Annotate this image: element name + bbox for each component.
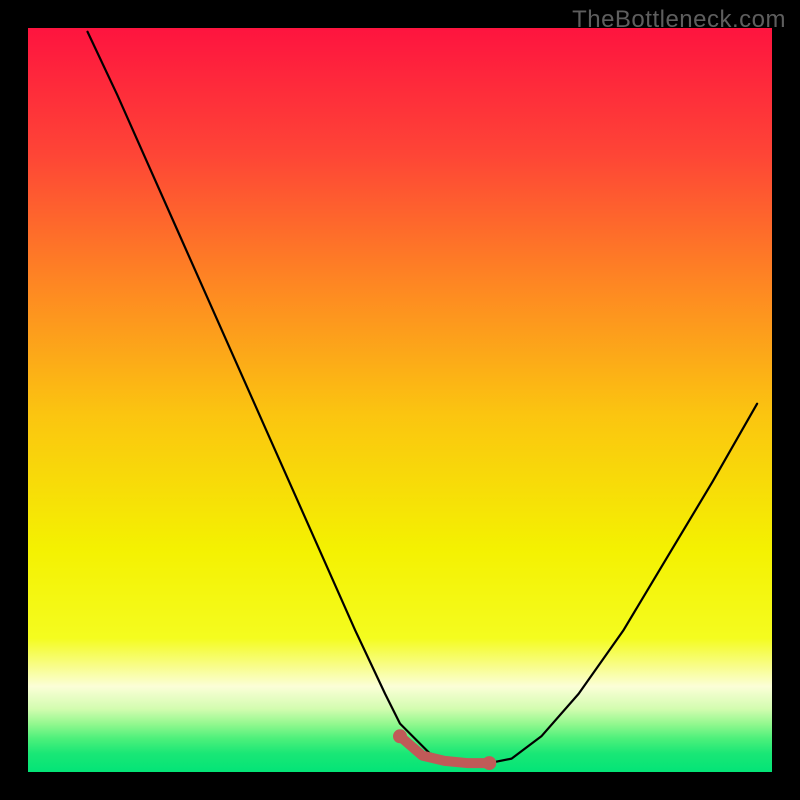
chart-svg: [28, 28, 772, 772]
watermark-text: TheBottleneck.com: [572, 6, 786, 34]
gradient-background: [28, 28, 772, 772]
highlight-dot: [482, 756, 496, 770]
chart-frame: TheBottleneck.com: [0, 0, 800, 800]
plot-area: [28, 28, 772, 772]
highlight-dot: [393, 729, 407, 743]
